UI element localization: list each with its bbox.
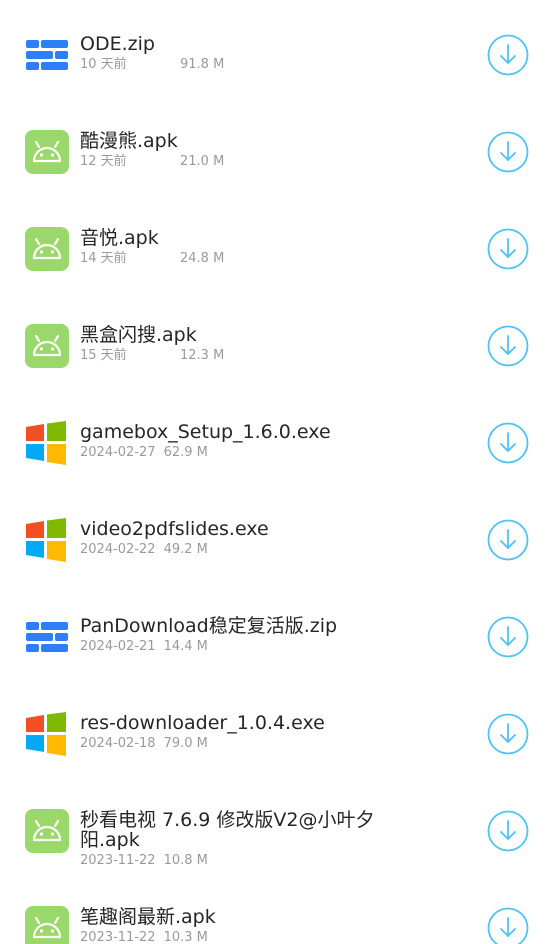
file-name: 酷漫熊.apk xyxy=(80,130,178,152)
file-date: 2023-11-22 xyxy=(80,930,156,944)
file-row[interactable]: res-downloader_1.0.4.exe 2024-02-18 79.0 … xyxy=(0,685,554,782)
zip-file-icon xyxy=(25,615,69,659)
file-row[interactable]: 秒看电视 7.6.9 修改版V2@小叶夕阳.apk 2023-11-22 10.8… xyxy=(0,782,554,892)
download-icon xyxy=(487,228,529,270)
file-date: 2024-02-22 xyxy=(80,542,156,557)
download-icon xyxy=(487,325,529,367)
file-info: ODE.zip 10 天前 91.8 M xyxy=(80,34,380,73)
file-date: 15 天前 xyxy=(80,348,127,363)
file-row[interactable]: video2pdfslides.exe 2024-02-22 49.2 M xyxy=(0,491,554,588)
file-meta: 2024-02-21 14.4 M xyxy=(80,639,380,655)
download-icon xyxy=(487,131,529,173)
download-icon xyxy=(487,907,529,944)
file-row[interactable]: 黑盒闪搜.apk 15 天前 12.3 M xyxy=(0,297,554,394)
file-size: 24.8 M xyxy=(180,251,225,266)
file-meta: 14 天前 24.8 M xyxy=(80,251,380,267)
download-icon xyxy=(487,810,529,852)
file-meta: 12 天前 21.0 M xyxy=(80,154,380,170)
file-info: 秒看电视 7.6.9 修改版V2@小叶夕阳.apk 2023-11-22 10.8… xyxy=(80,810,380,869)
file-date: 2024-02-27 xyxy=(80,445,156,460)
windows-icon xyxy=(25,421,69,465)
download-button[interactable] xyxy=(487,131,529,173)
file-meta: 2024-02-27 62.9 M xyxy=(80,445,380,461)
file-meta: 2023-11-22 10.8 M xyxy=(80,853,380,869)
file-date: 12 天前 xyxy=(80,154,127,169)
file-size: 79.0 M xyxy=(163,736,208,751)
android-icon xyxy=(25,130,69,174)
android-icon xyxy=(25,809,69,853)
android-icon xyxy=(25,324,69,368)
download-button[interactable] xyxy=(487,325,529,367)
file-info: 音悦.apk 14 天前 24.8 M xyxy=(80,228,380,267)
download-button[interactable] xyxy=(487,810,529,852)
file-meta: 2024-02-22 49.2 M xyxy=(80,542,380,558)
download-button[interactable] xyxy=(487,422,529,464)
file-info: 笔趣阁最新.apk 2023-11-22 10.3 M xyxy=(80,907,380,944)
file-size: 49.2 M xyxy=(163,542,208,557)
file-name: 笔趣阁最新.apk xyxy=(80,906,216,928)
file-date: 2024-02-21 xyxy=(80,639,156,654)
file-name: gamebox_Setup_1.6.0.exe xyxy=(80,421,331,443)
download-icon xyxy=(487,616,529,658)
file-name: 秒看电视 7.6.9 修改版V2@小叶夕阳.apk xyxy=(80,809,375,851)
file-size: 10.8 M xyxy=(163,853,208,868)
file-meta: 2023-11-22 10.3 M xyxy=(80,930,380,944)
download-button[interactable] xyxy=(487,907,529,944)
download-icon xyxy=(487,422,529,464)
file-meta: 10 天前 91.8 M xyxy=(80,57,380,73)
file-info: 黑盒闪搜.apk 15 天前 12.3 M xyxy=(80,325,380,364)
download-button[interactable] xyxy=(487,519,529,561)
file-info: res-downloader_1.0.4.exe 2024-02-18 79.0 … xyxy=(80,713,380,752)
download-icon xyxy=(487,34,529,76)
file-size: 91.8 M xyxy=(180,57,225,72)
file-name: 黑盒闪搜.apk xyxy=(80,324,197,346)
file-row[interactable]: ODE.zip 10 天前 91.8 M xyxy=(0,6,554,103)
file-date: 2024-02-18 xyxy=(80,736,156,751)
file-name: PanDownload稳定复活版.zip xyxy=(80,615,338,637)
download-button[interactable] xyxy=(487,616,529,658)
file-info: PanDownload稳定复活版.zip 2024-02-21 14.4 M xyxy=(80,616,380,655)
download-icon xyxy=(487,713,529,755)
file-name: res-downloader_1.0.4.exe xyxy=(80,712,325,734)
file-name: 音悦.apk xyxy=(80,227,159,249)
download-icon xyxy=(487,519,529,561)
file-row[interactable]: 笔趣阁最新.apk 2023-11-22 10.3 M xyxy=(0,879,554,944)
file-name: ODE.zip xyxy=(80,33,155,55)
windows-icon xyxy=(25,518,69,562)
file-date: 2023-11-22 xyxy=(80,853,156,868)
file-info: 酷漫熊.apk 12 天前 21.0 M xyxy=(80,131,380,170)
android-icon xyxy=(25,227,69,271)
zip-file-icon xyxy=(25,33,69,77)
file-meta: 15 天前 12.3 M xyxy=(80,348,380,364)
file-size: 62.9 M xyxy=(163,445,208,460)
download-button[interactable] xyxy=(487,34,529,76)
file-size: 21.0 M xyxy=(180,154,225,169)
file-row[interactable]: 音悦.apk 14 天前 24.8 M xyxy=(0,200,554,297)
file-info: video2pdfslides.exe 2024-02-22 49.2 M xyxy=(80,519,380,558)
file-size: 12.3 M xyxy=(180,348,225,363)
file-info: gamebox_Setup_1.6.0.exe 2024-02-27 62.9 M xyxy=(80,422,380,461)
download-button[interactable] xyxy=(487,228,529,270)
file-date: 14 天前 xyxy=(80,251,127,266)
file-row[interactable]: 酷漫熊.apk 12 天前 21.0 M xyxy=(0,103,554,200)
file-row[interactable]: gamebox_Setup_1.6.0.exe 2024-02-27 62.9 M xyxy=(0,394,554,491)
file-name: video2pdfslides.exe xyxy=(80,518,269,540)
file-size: 10.3 M xyxy=(163,930,208,944)
file-date: 10 天前 xyxy=(80,57,127,72)
file-row[interactable]: PanDownload稳定复活版.zip 2024-02-21 14.4 M xyxy=(0,588,554,685)
file-size: 14.4 M xyxy=(163,639,208,654)
android-icon xyxy=(25,906,69,944)
download-button[interactable] xyxy=(487,713,529,755)
windows-icon xyxy=(25,712,69,756)
file-meta: 2024-02-18 79.0 M xyxy=(80,736,380,752)
